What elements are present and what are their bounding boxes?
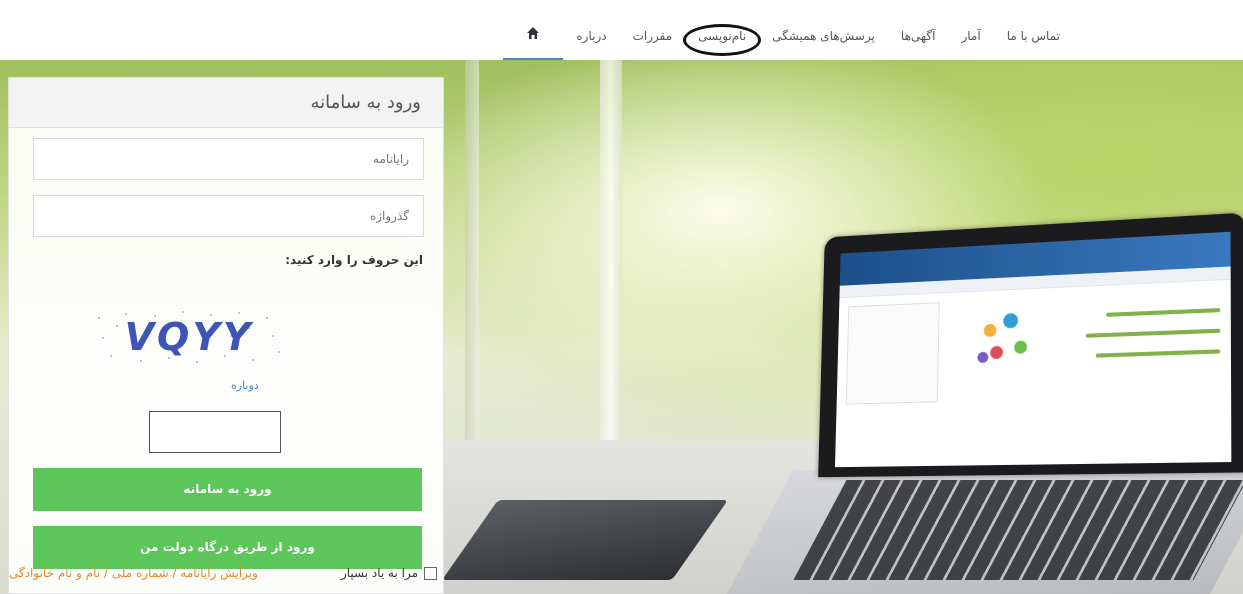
email-field[interactable] bbox=[33, 138, 424, 180]
laptop-site-login bbox=[846, 302, 940, 404]
nav-announcements[interactable]: آگهی‌ها bbox=[888, 0, 949, 60]
nav-contact[interactable]: تماس با ما bbox=[994, 0, 1073, 60]
laptop-image bbox=[818, 213, 1243, 478]
nav-faq[interactable]: پرسش‌های همیشگی bbox=[759, 0, 888, 60]
remember-me[interactable]: مرا به یاد بسپار bbox=[341, 566, 437, 580]
laptop-site-text bbox=[1096, 349, 1220, 357]
home-icon bbox=[526, 26, 540, 40]
edit-account-link[interactable]: ویرایش رایانامه / شماره ملی / نام و نام … bbox=[9, 566, 258, 580]
captcha-text: VQYY bbox=[125, 315, 254, 359]
remember-checkbox[interactable] bbox=[424, 567, 437, 580]
nav-register[interactable]: نام‌نویسی bbox=[685, 0, 759, 60]
nav-about[interactable]: درباره bbox=[563, 0, 619, 60]
nav-home[interactable] bbox=[503, 0, 563, 60]
captcha-refresh-link[interactable]: دوباره bbox=[231, 379, 259, 392]
laptop-keyboard bbox=[793, 480, 1243, 580]
captcha-image: VQYY bbox=[91, 306, 287, 368]
login-title: ورود به سامانه bbox=[9, 78, 443, 128]
top-navbar: درباره مقررات نام‌نویسی پرسش‌های همیشگی … bbox=[0, 0, 1243, 61]
window-frame bbox=[465, 60, 479, 490]
laptop-display bbox=[835, 232, 1231, 467]
laptop-site-text bbox=[1086, 329, 1220, 338]
login-options-row: مرا به یاد بسپار ویرایش رایانامه / شماره… bbox=[9, 562, 445, 588]
nav-stats[interactable]: آمار bbox=[948, 0, 993, 60]
nav-menu: درباره مقررات نام‌نویسی پرسش‌های همیشگی … bbox=[503, 0, 1073, 60]
login-panel: ورود به سامانه این حروف را وارد کنید: VQ… bbox=[8, 77, 444, 594]
password-field[interactable] bbox=[33, 195, 424, 237]
laptop-site-tree-graphic bbox=[969, 302, 1039, 394]
nav-rules[interactable]: مقررات bbox=[620, 0, 686, 60]
remember-label: مرا به یاد بسپار bbox=[341, 566, 418, 580]
login-submit-button[interactable]: ورود به سامانه bbox=[33, 468, 422, 511]
highlight-circle bbox=[683, 24, 761, 56]
captcha-input[interactable] bbox=[149, 411, 281, 453]
captcha-label: این حروف را وارد کنید: bbox=[285, 253, 423, 267]
laptop-site-text bbox=[1106, 308, 1220, 317]
window-frame bbox=[600, 60, 622, 440]
